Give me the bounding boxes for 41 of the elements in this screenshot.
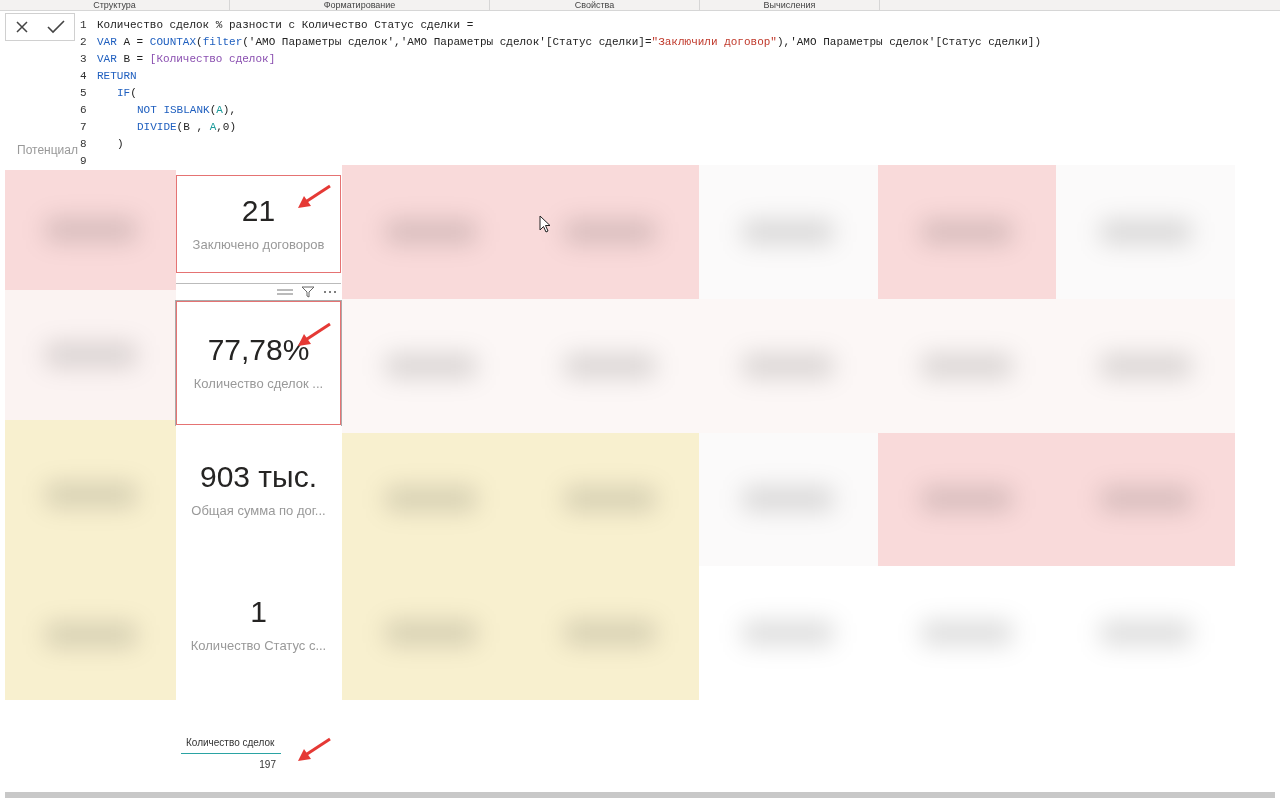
horizontal-scrollbar[interactable] [5, 792, 1275, 798]
filter-icon[interactable] [301, 285, 315, 298]
line-number: 2 [80, 35, 88, 50]
cursor-icon [539, 215, 551, 233]
ribbon-group-label: Форматирование [230, 0, 490, 10]
card-label: Общая сумма по дог... [191, 502, 326, 521]
ribbon-group-label: Свойства [490, 0, 700, 10]
page-label: Потенциал [17, 142, 78, 159]
code-line: Количество сделок % разности с Количество Статус сделки = [97, 18, 474, 33]
close-icon[interactable] [15, 20, 29, 34]
more-options-icon[interactable] [323, 289, 337, 294]
line-number: 4 [80, 69, 88, 84]
table-cell-text: 197 [258, 758, 276, 772]
code-line: RETURN [97, 69, 137, 84]
ribbon-group-label: Вычисления [700, 0, 880, 10]
card-label: Заключено договоров [192, 236, 325, 255]
code-line: VAR B = [Количество сделок] [97, 52, 276, 67]
table-header: Количество сделок [181, 735, 281, 754]
line-number: 7 [80, 120, 88, 135]
check-icon[interactable] [47, 20, 65, 34]
card-value: 1 [250, 594, 267, 631]
line-number: 5 [80, 86, 88, 101]
card-visual[interactable]: 21 Заключено договоров [176, 175, 341, 273]
code-line: IF( [117, 86, 137, 101]
card-label: Количество сделок ... [193, 375, 324, 394]
line-number: 6 [80, 103, 88, 118]
code-line: ) [117, 137, 124, 152]
code-line: DIVIDE(B , A,0) [137, 120, 237, 135]
code-line: NOT ISBLANK(A), [137, 103, 237, 118]
card-value: 77,78% [207, 332, 310, 369]
card-visual[interactable]: 77,78% Количество сделок ... [176, 301, 341, 425]
line-number: 1 [80, 18, 88, 33]
code-line: VAR A = COUNTAX(filter('АМО Параметры сделок','АМО Параметры сделок'[Статус сделки]="Заключили договор"),'АМО Параметры сделок'[Статус сделки]) [97, 35, 1041, 50]
drag-handle-icon[interactable] [277, 287, 293, 296]
card-label: Количество Статус с... [190, 637, 327, 656]
ribbon-group-label: Структура [0, 0, 230, 10]
card-value: 21 [241, 193, 276, 230]
line-number: 9 [80, 154, 88, 169]
line-number: 3 [80, 52, 88, 67]
card-value: 903 тыс. [200, 459, 317, 496]
line-number: 8 [80, 137, 88, 152]
